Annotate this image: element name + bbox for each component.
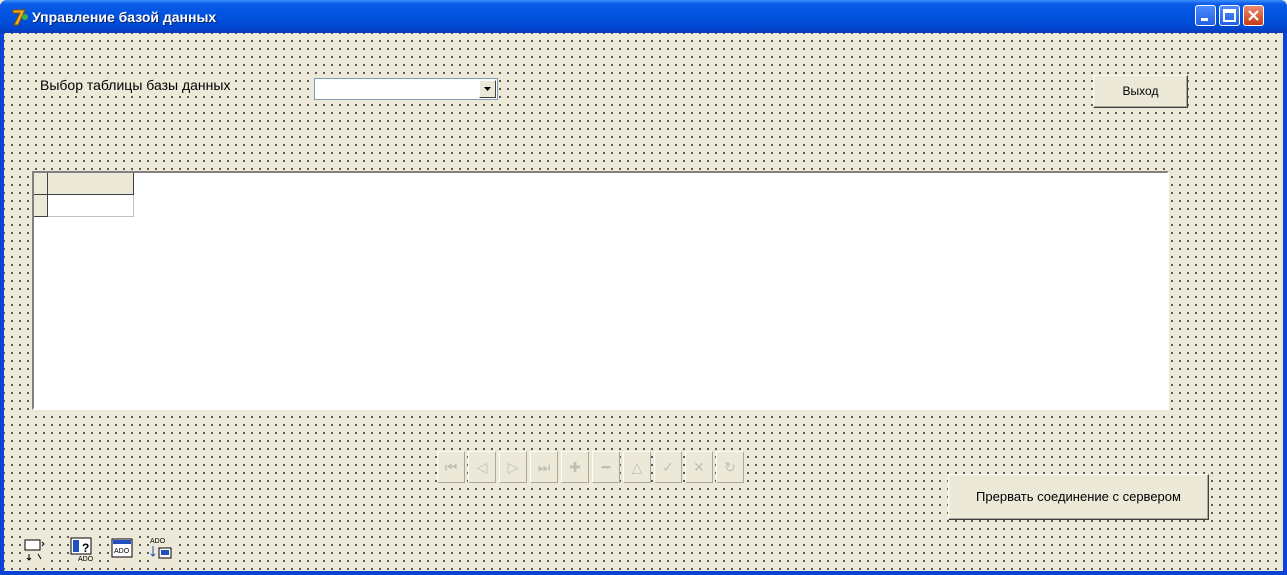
ado-table-icon[interactable]: ADO [110,536,136,562]
title-bar[interactable]: Управление базой данных [0,0,1287,33]
db-grid[interactable] [32,171,1169,410]
last-record-icon: ⏭ [537,459,551,475]
table-select-label: Выбор таблицы базы данных [39,77,232,93]
grid-row-indicator[interactable] [34,195,48,217]
chevron-down-icon [484,87,491,91]
disconnect-button[interactable]: Прервать соединение с сервером [948,474,1209,520]
minimize-button[interactable] [1195,5,1216,26]
nav-cancel-button[interactable]: ✕ [685,451,713,483]
nav-edit-button[interactable]: △ [623,451,651,483]
svg-text:?: ? [82,541,89,555]
nav-first-button[interactable]: ⏮ [437,451,465,483]
grid-column-header[interactable] [48,173,134,195]
form-client-area: Выбор таблицы базы данных Выход ⏮ ◁ ▷ ⏭ … [4,33,1283,571]
dropdown-button[interactable] [479,80,496,98]
ado-connection-icon[interactable]: ADO [149,536,175,562]
maximize-icon [1223,9,1236,22]
svg-text:ADO: ADO [114,548,130,555]
close-button[interactable] [1243,5,1264,26]
exit-button[interactable]: Выход [1093,75,1188,108]
window-title: Управление базой данных [32,9,217,25]
grid-corner-cell [34,173,48,195]
db-navigator: ⏮ ◁ ▷ ⏭ ✚ ━ △ ✓ ✕ ↻ [437,451,751,483]
refresh-icon: ↻ [724,459,736,475]
cancel-record-icon: ✕ [693,459,705,475]
table-select-combobox[interactable] [314,78,498,100]
nav-prior-button[interactable]: ◁ [468,451,496,483]
svg-text:ADO: ADO [78,556,94,562]
minimize-icon [1201,18,1208,21]
nav-delete-button[interactable]: ━ [592,451,620,483]
post-record-icon: ✓ [662,459,674,475]
nav-insert-button[interactable]: ✚ [561,451,589,483]
main-window: Управление базой данных Выбор таблицы ба… [0,0,1287,575]
maximize-button[interactable] [1219,5,1240,26]
edit-record-icon: △ [631,459,643,475]
nav-next-button[interactable]: ▷ [499,451,527,483]
grid-cell[interactable] [48,195,134,217]
ado-query-icon[interactable]: ? ADO [69,536,95,563]
data-source-icon[interactable] [22,536,48,562]
delete-record-icon: ━ [601,459,611,475]
nav-last-button[interactable]: ⏭ [530,451,558,483]
prior-record-icon: ◁ [476,459,488,475]
insert-record-icon: ✚ [569,459,581,475]
nav-post-button[interactable]: ✓ [654,451,682,483]
delphi-app-icon [12,9,28,26]
nav-refresh-button[interactable]: ↻ [716,451,744,483]
first-record-icon: ⏮ [444,459,458,475]
next-record-icon: ▷ [507,459,519,475]
svg-text:ADO: ADO [150,538,166,545]
close-icon [1248,10,1259,21]
